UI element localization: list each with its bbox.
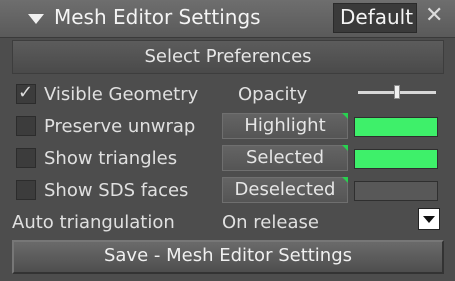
deselected-color-swatch[interactable] [354, 181, 438, 201]
deselected-label: Deselected [234, 179, 336, 200]
highlight-label: Highlight [244, 115, 326, 136]
visible-geometry-label: Visible Geometry [44, 84, 199, 105]
checkmark-icon: ✓ [18, 82, 34, 103]
corner-marker [342, 177, 348, 183]
opacity-slider-thumb[interactable] [394, 85, 400, 99]
section-header-label: Select Preferences [144, 46, 312, 67]
corner-marker [342, 145, 348, 151]
close-icon[interactable]: ✕ [425, 3, 443, 28]
show-triangles-label: Show triangles [44, 148, 178, 169]
show-sds-faces-checkbox[interactable] [16, 180, 36, 200]
corner-marker [342, 113, 348, 119]
save-settings-label: Save - Mesh Editor Settings [103, 245, 353, 266]
opacity-label: Opacity [238, 84, 308, 105]
chevron-down-icon [423, 216, 435, 223]
triangle-down-icon[interactable] [28, 14, 44, 24]
show-triangles-checkbox[interactable] [16, 148, 36, 168]
preserve-unwrap-label: Preserve unwrap [44, 116, 196, 137]
auto-triangulation-label: Auto triangulation [12, 212, 175, 233]
show-sds-faces-label: Show SDS faces [44, 180, 189, 201]
preset-label: Default [340, 5, 414, 29]
highlight-color-swatch[interactable] [354, 117, 438, 137]
selected-color-swatch[interactable] [354, 149, 438, 169]
selected-label: Selected [245, 147, 325, 168]
window-title: Mesh Editor Settings [54, 5, 261, 29]
preserve-unwrap-checkbox[interactable] [16, 116, 36, 136]
auto-triangulation-value[interactable]: On release [222, 212, 319, 233]
